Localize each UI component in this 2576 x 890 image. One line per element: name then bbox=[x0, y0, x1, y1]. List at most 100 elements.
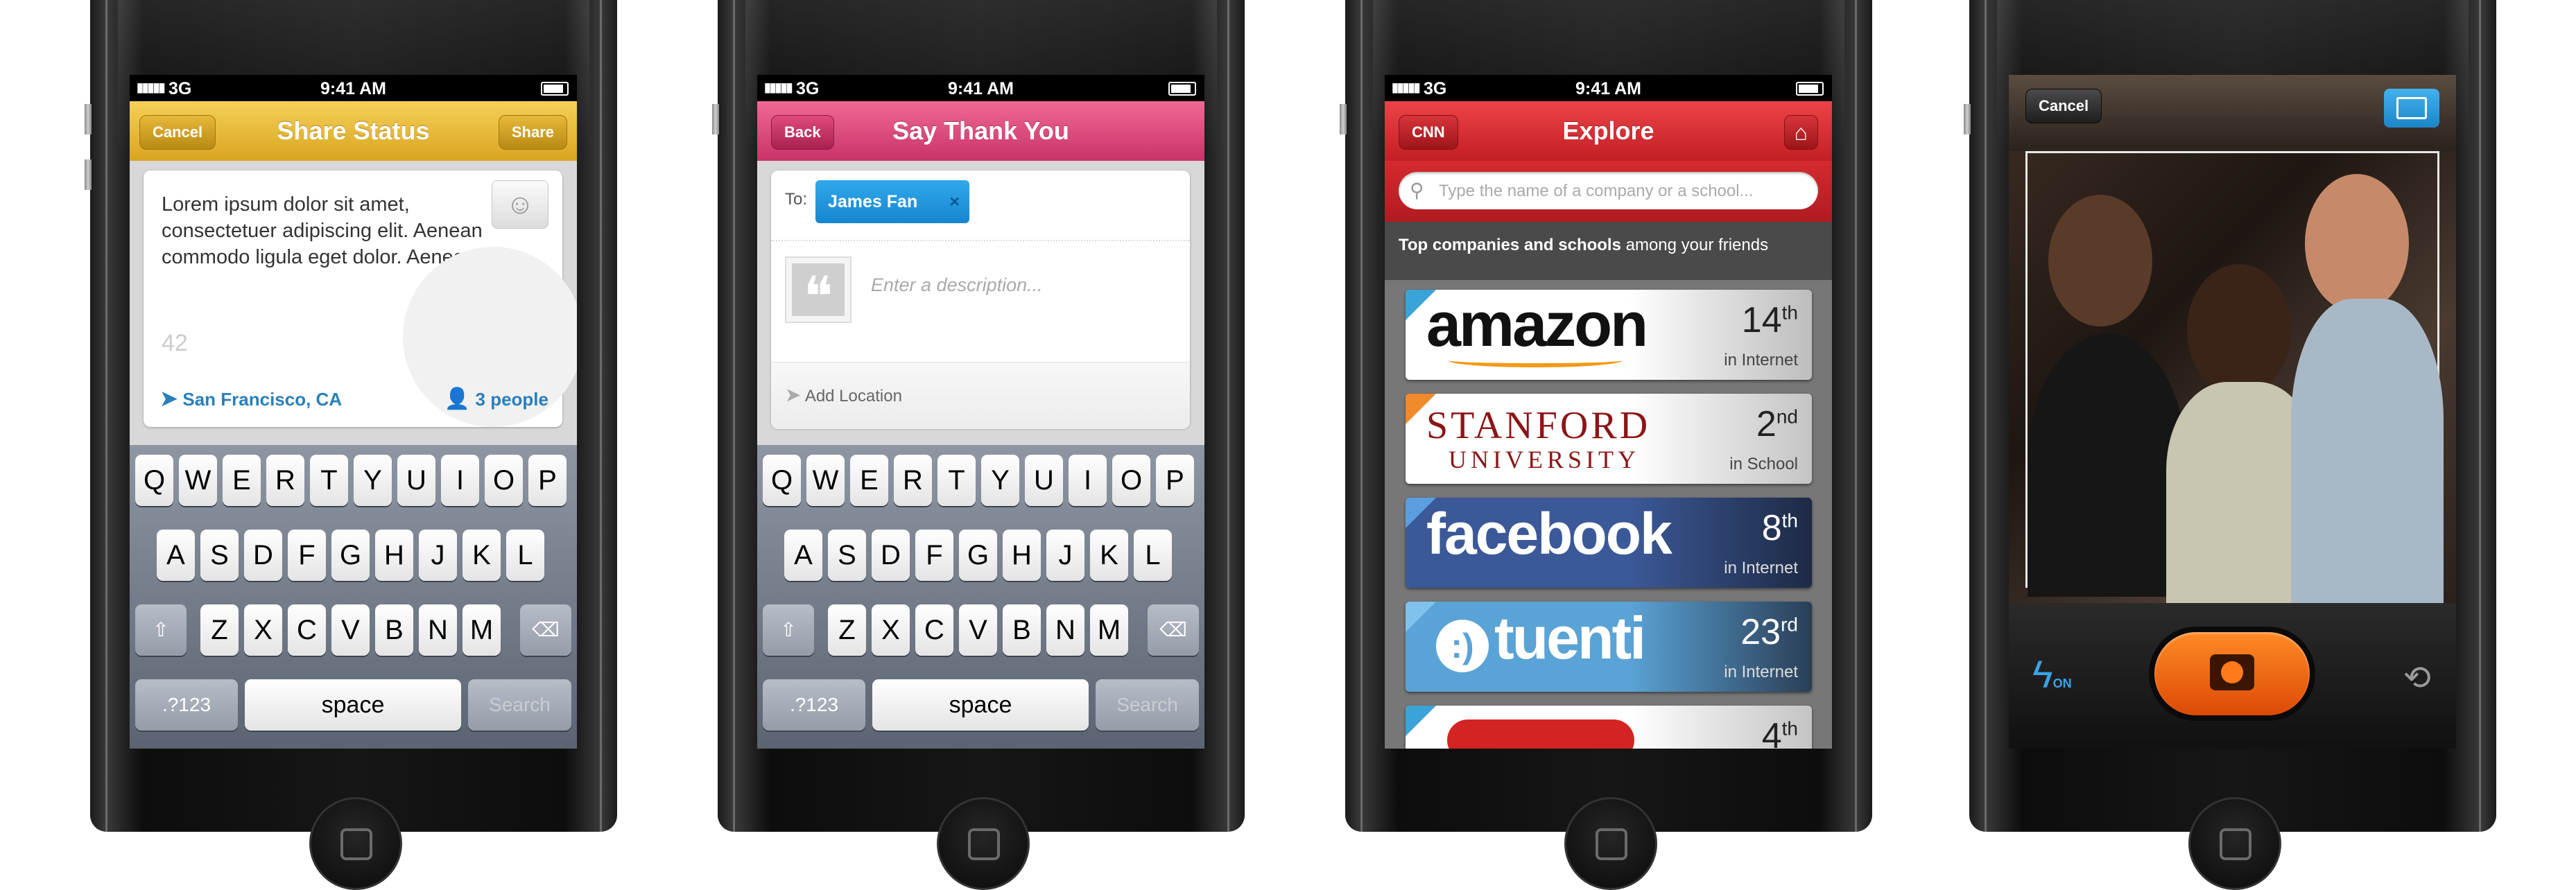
key-y[interactable]: Y bbox=[354, 455, 392, 506]
home-button[interactable] bbox=[309, 797, 402, 890]
home-nav-button[interactable]: ⌂ bbox=[1783, 115, 1818, 150]
space-key[interactable]: space bbox=[872, 679, 1089, 731]
shift-key[interactable]: ⇧ bbox=[763, 604, 814, 656]
person-right-body bbox=[2291, 299, 2444, 604]
key-d[interactable]: D bbox=[244, 530, 282, 581]
space-key[interactable]: space bbox=[245, 679, 461, 731]
search-input[interactable]: ⚲ Type the name of a company or a school… bbox=[1399, 172, 1818, 209]
rank-number: 14 bbox=[1741, 300, 1782, 340]
key-b[interactable]: B bbox=[1003, 604, 1041, 656]
key-f[interactable]: F bbox=[288, 530, 326, 581]
key-l[interactable]: L bbox=[506, 530, 544, 581]
share-button[interactable]: Share bbox=[498, 115, 567, 150]
heading-rest: among your friends bbox=[1620, 236, 1769, 254]
key-z[interactable]: Z bbox=[828, 604, 866, 656]
recipient-token[interactable]: James Fan × bbox=[815, 180, 969, 223]
list-item[interactable]: STANFORD UNIVERSITY 2nd in School bbox=[1406, 394, 1812, 484]
flash-icon: ϟ bbox=[2032, 652, 2053, 696]
key-r[interactable]: R bbox=[894, 455, 932, 506]
emoji-button[interactable]: ☺ bbox=[492, 180, 548, 229]
key-o[interactable]: O bbox=[485, 455, 523, 506]
list-item[interactable]: amazon 14th in Internet bbox=[1406, 290, 1812, 380]
key-q[interactable]: Q bbox=[763, 455, 801, 506]
cancel-button[interactable]: Cancel bbox=[2025, 89, 2102, 123]
key-v[interactable]: V bbox=[331, 604, 370, 656]
key-c[interactable]: C bbox=[915, 604, 953, 656]
search-key[interactable]: Search bbox=[468, 679, 571, 731]
list-item[interactable]: facebook 8th in Internet bbox=[1406, 498, 1812, 588]
key-t[interactable]: T bbox=[937, 455, 976, 506]
key-g[interactable]: G bbox=[959, 530, 997, 581]
key-u[interactable]: U bbox=[397, 455, 435, 506]
key-g[interactable]: G bbox=[331, 530, 370, 581]
location-label: San Francisco, CA bbox=[182, 389, 343, 410]
status-text[interactable]: Lorem ipsum dolor sit amet, consectetuer… bbox=[162, 191, 494, 270]
key-y[interactable]: Y bbox=[981, 455, 1019, 506]
people-link[interactable]: 👤 3 people bbox=[444, 387, 548, 411]
nav-bar: Back Say Thank You bbox=[757, 101, 1204, 161]
to-label: To: bbox=[785, 190, 808, 209]
people-label: 3 people bbox=[475, 389, 548, 410]
key-r[interactable]: R bbox=[266, 455, 304, 506]
quote-thumbnail[interactable]: ❝ bbox=[785, 256, 852, 329]
key-w[interactable]: W bbox=[179, 455, 217, 506]
delete-key[interactable]: ⌫ bbox=[520, 604, 571, 656]
key-c[interactable]: C bbox=[288, 604, 326, 656]
key-a[interactable]: A bbox=[784, 530, 822, 581]
key-j[interactable]: J bbox=[1046, 530, 1084, 581]
flash-toggle[interactable]: ϟON bbox=[2032, 652, 2072, 697]
home-button[interactable] bbox=[937, 797, 1030, 890]
key-w[interactable]: W bbox=[806, 455, 845, 506]
numbers-key[interactable]: .?123 bbox=[135, 679, 238, 731]
list-item[interactable]: 4th bbox=[1406, 706, 1812, 749]
key-h[interactable]: H bbox=[375, 530, 413, 581]
switch-camera-button[interactable]: ⟲ bbox=[2403, 658, 2431, 697]
compose-area: Lorem ipsum dolor sit amet, consectetuer… bbox=[130, 161, 577, 445]
key-l[interactable]: L bbox=[1134, 530, 1172, 581]
camera-toolbar: ϟON ⟲ bbox=[2009, 603, 2456, 749]
key-e[interactable]: E bbox=[850, 455, 888, 506]
key-x[interactable]: X bbox=[244, 604, 282, 656]
description-input[interactable]: Enter a description... bbox=[871, 274, 1043, 296]
key-o[interactable]: O bbox=[1112, 455, 1150, 506]
key-v[interactable]: V bbox=[959, 604, 997, 656]
key-a[interactable]: A bbox=[157, 530, 195, 581]
key-s[interactable]: S bbox=[828, 530, 866, 581]
gallery-button[interactable] bbox=[2384, 89, 2439, 128]
key-d[interactable]: D bbox=[872, 530, 910, 581]
key-j[interactable]: J bbox=[419, 530, 457, 581]
key-n[interactable]: N bbox=[1046, 604, 1084, 656]
key-f[interactable]: F bbox=[915, 530, 953, 581]
key-s[interactable]: S bbox=[200, 530, 239, 581]
key-n[interactable]: N bbox=[419, 604, 457, 656]
key-m[interactable]: M bbox=[463, 604, 501, 656]
key-e[interactable]: E bbox=[223, 455, 261, 506]
list-item[interactable]: :) tuenti 23rd in Internet bbox=[1406, 602, 1812, 692]
add-location-button[interactable]: ➤ Add Location bbox=[785, 383, 902, 406]
key-m[interactable]: M bbox=[1090, 604, 1128, 656]
home-button[interactable] bbox=[2188, 797, 2281, 890]
key-h[interactable]: H bbox=[1003, 530, 1041, 581]
key-q[interactable]: Q bbox=[135, 455, 173, 506]
location-link[interactable]: ➤ San Francisco, CA bbox=[160, 387, 342, 411]
numbers-key[interactable]: .?123 bbox=[763, 679, 865, 731]
key-i[interactable]: I bbox=[441, 455, 479, 506]
home-button[interactable] bbox=[1564, 797, 1657, 890]
key-u[interactable]: U bbox=[1025, 455, 1063, 506]
shift-key[interactable]: ⇧ bbox=[135, 604, 187, 656]
key-x[interactable]: X bbox=[872, 604, 910, 656]
key-p[interactable]: P bbox=[528, 455, 567, 506]
delete-key[interactable]: ⌫ bbox=[1148, 604, 1199, 656]
key-t[interactable]: T bbox=[310, 455, 348, 506]
status-time: 9:41 AM bbox=[320, 79, 386, 98]
key-b[interactable]: B bbox=[375, 604, 413, 656]
remove-recipient-icon[interactable]: × bbox=[949, 180, 960, 223]
key-p[interactable]: P bbox=[1156, 455, 1194, 506]
key-k[interactable]: K bbox=[1090, 530, 1128, 581]
key-z[interactable]: Z bbox=[200, 604, 239, 656]
key-k[interactable]: K bbox=[463, 530, 501, 581]
search-key[interactable]: Search bbox=[1096, 679, 1199, 731]
recipient-name: James Fan bbox=[828, 192, 918, 211]
shutter-button[interactable] bbox=[2154, 632, 2310, 715]
key-i[interactable]: I bbox=[1069, 455, 1107, 506]
